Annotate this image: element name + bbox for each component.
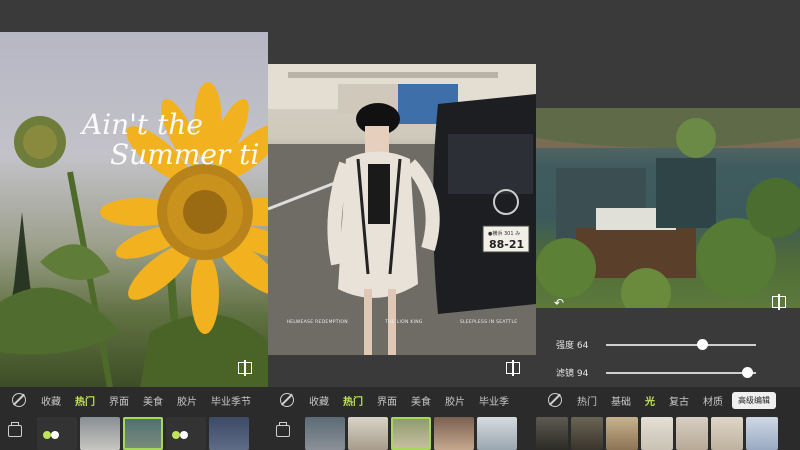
tab-food[interactable]: 美食 xyxy=(136,393,170,408)
filter-strength-label: 滤镜 94 xyxy=(556,369,589,379)
filter-thumbnails xyxy=(268,417,517,450)
filter-thumb[interactable] xyxy=(348,417,388,450)
intensity-slider-row: 强度 64 xyxy=(536,330,800,358)
filter-category-tabs: 热门 基础 光 复古 材质 高级编辑 xyxy=(536,387,776,413)
tab-retro[interactable]: 复古 xyxy=(662,393,696,408)
undo-icon[interactable]: ↶ xyxy=(554,296,564,310)
tab-film[interactable]: 胶片 xyxy=(170,393,204,408)
filter-thumbnails xyxy=(0,417,249,450)
sunflower-photo: Ain't the Summer ti xyxy=(0,32,268,387)
filter-category-tabs: 收藏 热门 界面 美食 胶片 毕业季节 xyxy=(0,387,258,413)
filter-toolbar: 收藏 热门 界面 美食 胶片 毕业季节 xyxy=(0,387,268,450)
street-photo: ●横浜 301 み 88-21 HELWEASE REDEMPTION THE … xyxy=(268,64,536,355)
tab-interface[interactable]: 界面 xyxy=(370,393,404,408)
filter-thumb[interactable] xyxy=(477,417,517,450)
intensity-slider-knob[interactable] xyxy=(697,339,708,350)
screen-street: ●横浜 301 み 88-21 HELWEASE REDEMPTION THE … xyxy=(268,0,536,450)
filter-thumb-selected[interactable] xyxy=(123,417,163,450)
credit-2: THE LION KING xyxy=(385,320,423,325)
plant-shop-photo xyxy=(536,108,800,308)
tab-basic[interactable]: 基础 xyxy=(604,393,638,408)
filter-thumb[interactable] xyxy=(676,417,708,450)
intensity-label: 强度 64 xyxy=(556,341,589,351)
screen-plants: ↶ 强度 64 滤镜 94 热门 基础 光 复古 材质 高级编辑 xyxy=(536,0,800,450)
adjustment-sliders: 强度 64 滤镜 94 xyxy=(536,330,800,386)
filter-thumb-selected[interactable] xyxy=(391,417,431,450)
tab-food[interactable]: 美食 xyxy=(404,393,438,408)
filter-category-tabs: 收藏 热门 界面 美食 胶片 毕业季 xyxy=(268,387,516,413)
toggle-filter-thumb[interactable] xyxy=(166,417,206,450)
filter-toolbar: 收藏 热门 界面 美食 胶片 毕业季 xyxy=(268,387,536,450)
filter-thumb[interactable] xyxy=(606,417,638,450)
screen-sunflower: Ain't the Summer ti 收藏 热门 界面 美食 胶片 毕业季节 xyxy=(0,0,268,450)
tab-graduation[interactable]: 毕业季 xyxy=(472,393,516,408)
filter-thumb[interactable] xyxy=(305,417,345,450)
advanced-edit-button[interactable]: 高级编辑 xyxy=(732,391,776,409)
tab-film[interactable]: 胶片 xyxy=(438,393,472,408)
no-filter-icon[interactable] xyxy=(280,393,294,407)
filter-slider-row: 滤镜 94 xyxy=(536,358,800,386)
intensity-slider-track[interactable] xyxy=(606,344,756,346)
no-filter-icon[interactable] xyxy=(12,393,26,407)
filter-thumbnails xyxy=(536,417,778,450)
script-line-1: Ain't the xyxy=(82,108,203,141)
tab-popular[interactable]: 热门 xyxy=(570,393,604,408)
filter-app-screens: Ain't the Summer ti 收藏 热门 界面 美食 胶片 毕业季节 xyxy=(0,0,800,450)
filter-thumb[interactable] xyxy=(641,417,673,450)
tab-popular[interactable]: 热门 xyxy=(68,393,102,408)
credit-3: SLEEPLESS IN SEATTLE xyxy=(459,320,518,325)
tab-favorites[interactable]: 收藏 xyxy=(302,393,336,408)
tab-favorites[interactable]: 收藏 xyxy=(34,393,68,408)
filter-thumb[interactable] xyxy=(434,417,474,450)
tab-interface[interactable]: 界面 xyxy=(102,393,136,408)
filter-slider-knob[interactable] xyxy=(742,367,753,378)
filter-slider-track[interactable] xyxy=(606,372,756,374)
tab-light[interactable]: 光 xyxy=(638,393,662,408)
credit-1: HELWEASE REDEMPTION xyxy=(286,320,348,325)
store-icon[interactable] xyxy=(276,422,290,437)
compare-icon[interactable] xyxy=(238,360,252,376)
toggle-filter-thumb[interactable] xyxy=(37,417,77,450)
store-icon[interactable] xyxy=(8,422,22,437)
no-filter-icon[interactable] xyxy=(548,393,562,407)
compare-icon[interactable] xyxy=(772,294,786,310)
filter-thumb[interactable] xyxy=(571,417,603,450)
filter-thumb[interactable] xyxy=(536,417,568,450)
script-line-2: Summer ti xyxy=(110,138,260,171)
filter-toolbar: 热门 基础 光 复古 材质 高级编辑 xyxy=(536,387,800,450)
compare-icon[interactable] xyxy=(506,360,520,376)
tab-graduation[interactable]: 毕业季节 xyxy=(204,393,258,408)
plate-number-text: 88-21 xyxy=(489,238,524,251)
overlay-script-text: Ain't the Summer ti xyxy=(82,110,259,170)
filter-thumb[interactable] xyxy=(711,417,743,450)
filter-thumb[interactable] xyxy=(80,417,120,450)
plate-top-text: ●横浜 301 み xyxy=(488,230,520,237)
tab-popular[interactable]: 热门 xyxy=(336,393,370,408)
movie-credits: HELWEASE REDEMPTION THE LION KING SLEEPL… xyxy=(268,320,536,325)
tab-texture[interactable]: 材质 xyxy=(696,393,730,408)
filter-thumb[interactable] xyxy=(209,417,249,450)
filter-thumb[interactable] xyxy=(746,417,778,450)
